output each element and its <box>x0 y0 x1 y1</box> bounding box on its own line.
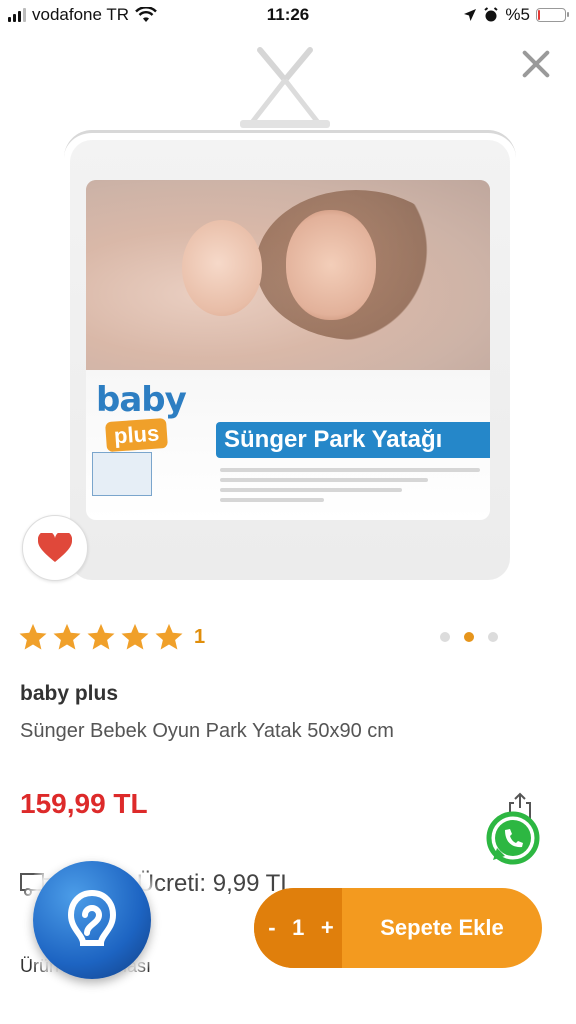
favorite-button[interactable] <box>22 515 88 581</box>
quantity-stepper: - 1 + <box>254 888 342 968</box>
package-front: baby plus Sünger Park Yatağı <box>86 180 490 520</box>
close-button[interactable] <box>514 42 558 86</box>
mother-photo <box>286 210 376 320</box>
whatsapp-icon[interactable] <box>484 810 542 868</box>
cart-bar: - 1 + Sepete Ekle <box>254 888 542 968</box>
star-icon <box>53 623 81 650</box>
chat-assistant-button[interactable] <box>18 846 166 994</box>
quantity-value: 1 <box>292 915 305 940</box>
quantity-decrease-button[interactable]: - <box>268 915 275 941</box>
bag-zipper <box>64 130 516 158</box>
status-bar: vodafone TR 11:26 %5 <box>0 0 576 30</box>
location-arrow-icon <box>464 9 477 21</box>
package-text-lines <box>220 468 480 508</box>
product-image[interactable]: baby plus Sünger Park Yatağı <box>0 30 576 590</box>
package-size-box <box>92 452 152 496</box>
star-icon <box>19 623 47 650</box>
alarm-icon <box>484 7 499 22</box>
brand-name[interactable]: baby plus <box>20 682 118 706</box>
star-icon <box>121 623 149 650</box>
rating-count: 1 <box>194 625 206 648</box>
package-brand-plus: plus <box>105 417 169 453</box>
package-photo <box>86 180 490 370</box>
battery-fill <box>538 10 540 20</box>
package-brand-logo: baby plus <box>96 380 196 453</box>
battery-icon <box>536 8 569 22</box>
bag-handle <box>240 47 330 128</box>
package-banner: Sünger Park Yatağı <box>216 422 490 458</box>
add-to-cart-button[interactable]: Sepete Ekle <box>342 915 542 941</box>
pager-dot[interactable] <box>488 632 498 642</box>
rating[interactable]: 1 <box>18 622 205 652</box>
chat-assistant-badge <box>33 861 151 979</box>
assistant-logo-icon <box>67 889 117 946</box>
product-title: Sünger Bebek Oyun Park Yatak 50x90 cm <box>20 720 394 742</box>
baby-photo <box>182 220 262 316</box>
quantity-increase-button[interactable]: + <box>321 915 334 941</box>
pager-dot[interactable] <box>440 632 450 642</box>
package-brand-baby: baby <box>96 380 187 420</box>
star-icon <box>87 623 115 650</box>
pager-dot[interactable] <box>464 632 474 642</box>
price: 159,99 TL <box>20 788 148 819</box>
status-right: %5 <box>463 5 569 25</box>
image-pager[interactable] <box>440 632 498 642</box>
star-icon <box>155 623 183 650</box>
battery-percent: %5 <box>505 5 530 24</box>
heart-icon <box>38 533 72 562</box>
